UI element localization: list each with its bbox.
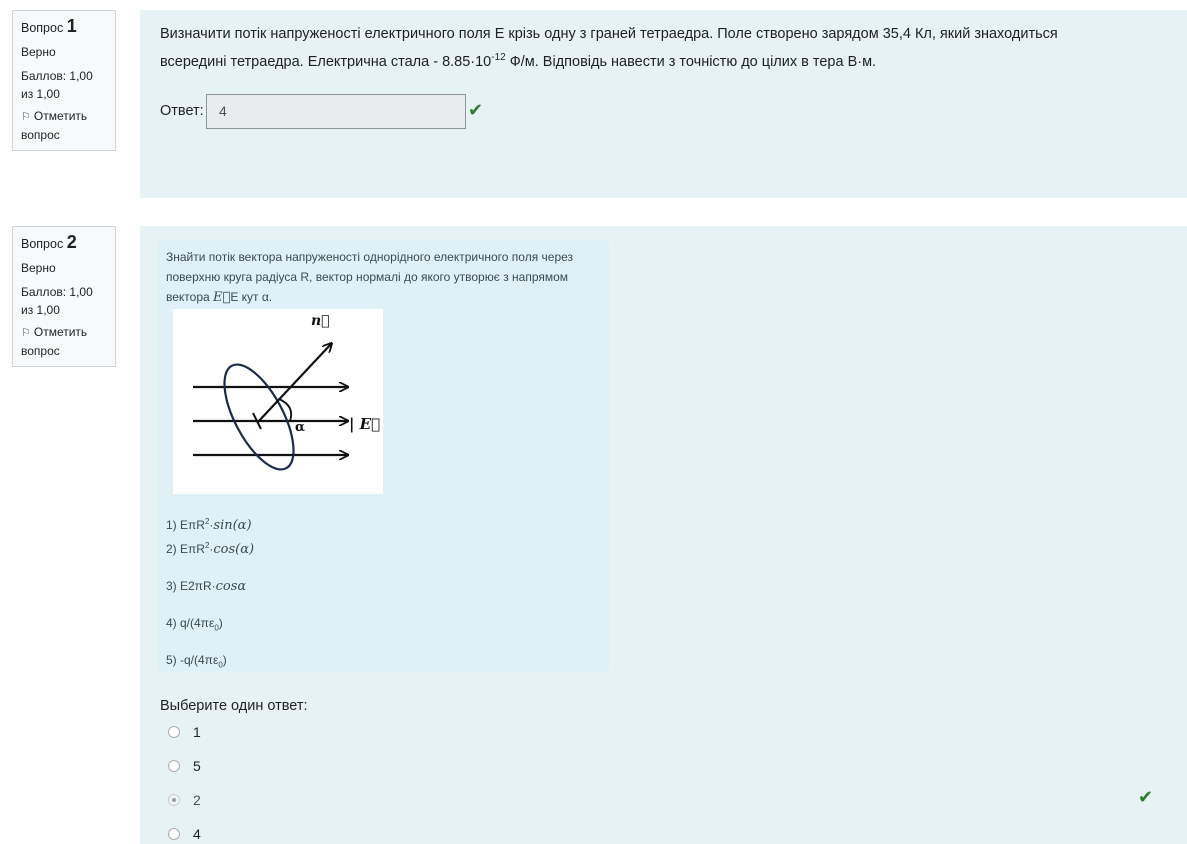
question-label: Вопрос: [21, 21, 64, 35]
flag-icon: ⚐: [21, 327, 31, 339]
option-math: sin(α): [213, 518, 252, 533]
choice-row[interactable]: 1: [168, 724, 201, 740]
question-label: Вопрос: [21, 237, 64, 251]
question-number: Вопрос 1: [21, 17, 107, 37]
option-prefix: 5) -q/(4πε: [166, 653, 219, 667]
question-info-2: Вопрос 2 Верно Баллов: 1,00 из 1,00 ⚐ Отм…: [12, 226, 116, 367]
question-text-part: E кут α.: [230, 290, 273, 304]
radio-button-selected[interactable]: [168, 794, 180, 806]
flag-question-link[interactable]: ⚐ Отметить вопрос: [21, 107, 107, 144]
check-icon: ✔: [468, 100, 484, 120]
choice-row[interactable]: 5: [168, 758, 201, 774]
option-text-4: 4) q/(4πε0): [166, 616, 223, 632]
question-number-value: 2: [66, 232, 77, 252]
question-grade: Баллов: 1,00 из 1,00: [21, 69, 93, 101]
radio-button[interactable]: [168, 760, 180, 772]
choice-label: 4: [193, 826, 201, 842]
option-suffix: ): [218, 616, 223, 630]
question-grade: Баллов: 1,00 из 1,00: [21, 285, 93, 317]
question-info-1: Вопрос 1 Верно Баллов: 1,00 из 1,00 ⚐ Отм…: [12, 10, 116, 151]
question-content-1: Визначити потік напруженості електричног…: [140, 10, 1187, 198]
question-text: Визначити потік напруженості електричног…: [160, 22, 1120, 74]
n-vector-label: n⃗: [311, 313, 330, 329]
option-math: cosα: [215, 579, 247, 594]
check-icon: ✔: [1138, 787, 1154, 807]
question-text: Знайти потік вектора напруженості однорі…: [166, 247, 606, 308]
question-text-part: Ф/м. Відповідь навести з точністю до ціл…: [505, 53, 877, 70]
question-number: Вопрос 2: [21, 233, 107, 253]
option-prefix: 3) E2πR·: [166, 579, 216, 593]
option-prefix: 4) q/(4πε: [166, 616, 215, 630]
option-prefix: 1) EπR: [166, 518, 205, 532]
choice-label: 2: [193, 792, 201, 808]
option-text-3: 3) E2πR·cosα: [166, 579, 246, 594]
question-card: Знайти потік вектора напруженості однорі…: [157, 241, 609, 671]
flag-icon: ⚐: [21, 111, 31, 123]
question-text-exponent: -12: [491, 52, 506, 63]
question-state: Верно: [21, 45, 56, 59]
choice-row[interactable]: 4: [168, 826, 201, 842]
flux-diagram-svg: n⃗ α | E⃗: [193, 313, 380, 471]
question-number-value: 1: [66, 16, 77, 36]
option-suffix: ): [222, 653, 227, 667]
radio-button[interactable]: [168, 828, 180, 840]
option-text-2: 2) EπR2·cos(α): [166, 541, 254, 557]
normal-vector: [256, 344, 331, 424]
question-state: Верно: [21, 261, 56, 275]
alpha-label: α: [295, 420, 305, 435]
option-math: cos(α): [213, 542, 255, 557]
flux-diagram: n⃗ α | E⃗: [173, 309, 383, 494]
option-text-5: 5) -q/(4πε0): [166, 653, 227, 669]
answer-input[interactable]: 4: [206, 94, 466, 129]
radio-button[interactable]: [168, 726, 180, 738]
flag-question-link[interactable]: ⚐ Отметить вопрос: [21, 323, 107, 360]
circle-surface: [223, 363, 295, 471]
option-prefix: 2) EπR: [166, 542, 205, 556]
e-vector-label: | E⃗: [349, 415, 380, 433]
select-one-label: Выберите один ответ:: [160, 698, 308, 714]
choice-label: 5: [193, 758, 201, 774]
choice-row-selected[interactable]: 2: [168, 792, 201, 808]
choice-label: 1: [193, 724, 201, 740]
answer-label: Ответ:: [160, 103, 204, 119]
option-text-1: 1) EπR2·sin(α): [166, 517, 252, 533]
vector-e-symbol: E⃗: [213, 290, 231, 305]
question-content-2: Знайти потік вектора напруженості однорі…: [140, 226, 1187, 844]
